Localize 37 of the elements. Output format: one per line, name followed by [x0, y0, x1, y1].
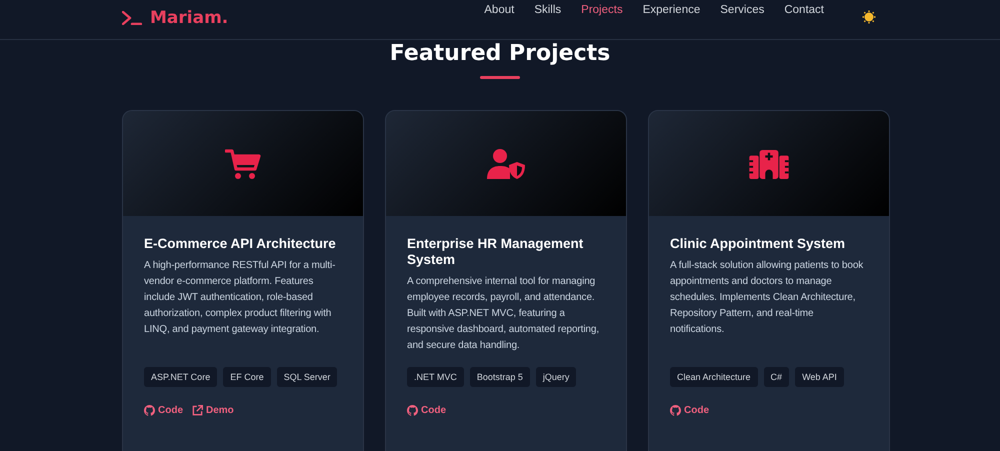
section-title: Featured Projects [388, 41, 612, 67]
project-link[interactable]: Code [670, 405, 709, 416]
tech-tag: jQuery [536, 367, 576, 387]
project-link[interactable]: Code [144, 405, 183, 416]
project-description: A comprehensive internal tool for managing employee records, payroll, and attendance. Built with ASP.NET MVC, featuring a responsive dashboard, automated reporting, and secure data handling. [407, 275, 600, 353]
tech-tag: EF Core [223, 367, 271, 387]
user-shield-icon [486, 148, 526, 180]
project-title: Clinic Appointment System [670, 236, 846, 252]
project-description: A high-performance RESTful API for a multi-vendor e-commerce platform. Features include JWT authentication, role-based authorization, complex product filtering with LINQ, and payment gateway integration. [144, 259, 336, 337]
tech-tag: .NET MVC [407, 367, 464, 387]
project-link[interactable]: Code [407, 405, 446, 416]
hospital-icon [749, 148, 789, 178]
external-link-icon [192, 405, 203, 416]
tech-tag: ASP.NET Core [144, 367, 218, 387]
project-title: E-Commerce API Architecture [144, 236, 337, 252]
github-icon [670, 405, 681, 416]
sun-icon[interactable] [862, 10, 876, 24]
tech-tag: Clean Architecture [670, 367, 758, 387]
shopping-cart-icon [225, 148, 261, 180]
nav-link[interactable]: Services [720, 4, 764, 16]
project-link[interactable]: Demo [192, 405, 234, 416]
terminal-prompt-icon [122, 11, 142, 25]
nav-link[interactable]: Skills [534, 4, 562, 16]
nav-link[interactable]: Experience [642, 4, 700, 16]
logo-text[interactable]: Mariam. [150, 8, 228, 28]
tech-tag: C# [764, 367, 790, 387]
nav-link[interactable]: Contact [784, 4, 824, 16]
tech-tag: SQL Server [276, 367, 338, 387]
project-description: A full-stack solution allowing patients to book appointments and doctors to manage schedules. Implements Clean Architecture, Repository Pattern, and real-time notifications. [670, 259, 864, 337]
title-underline [480, 76, 520, 79]
github-icon [144, 405, 155, 416]
nav-link[interactable]: Projects [581, 4, 623, 16]
tech-tag: Bootstrap 5 [470, 367, 530, 387]
tech-tag: Web API [795, 367, 844, 387]
project-title: Enterprise HR Management System [407, 236, 584, 268]
nav-link[interactable]: About [484, 4, 514, 16]
github-icon [407, 405, 418, 416]
